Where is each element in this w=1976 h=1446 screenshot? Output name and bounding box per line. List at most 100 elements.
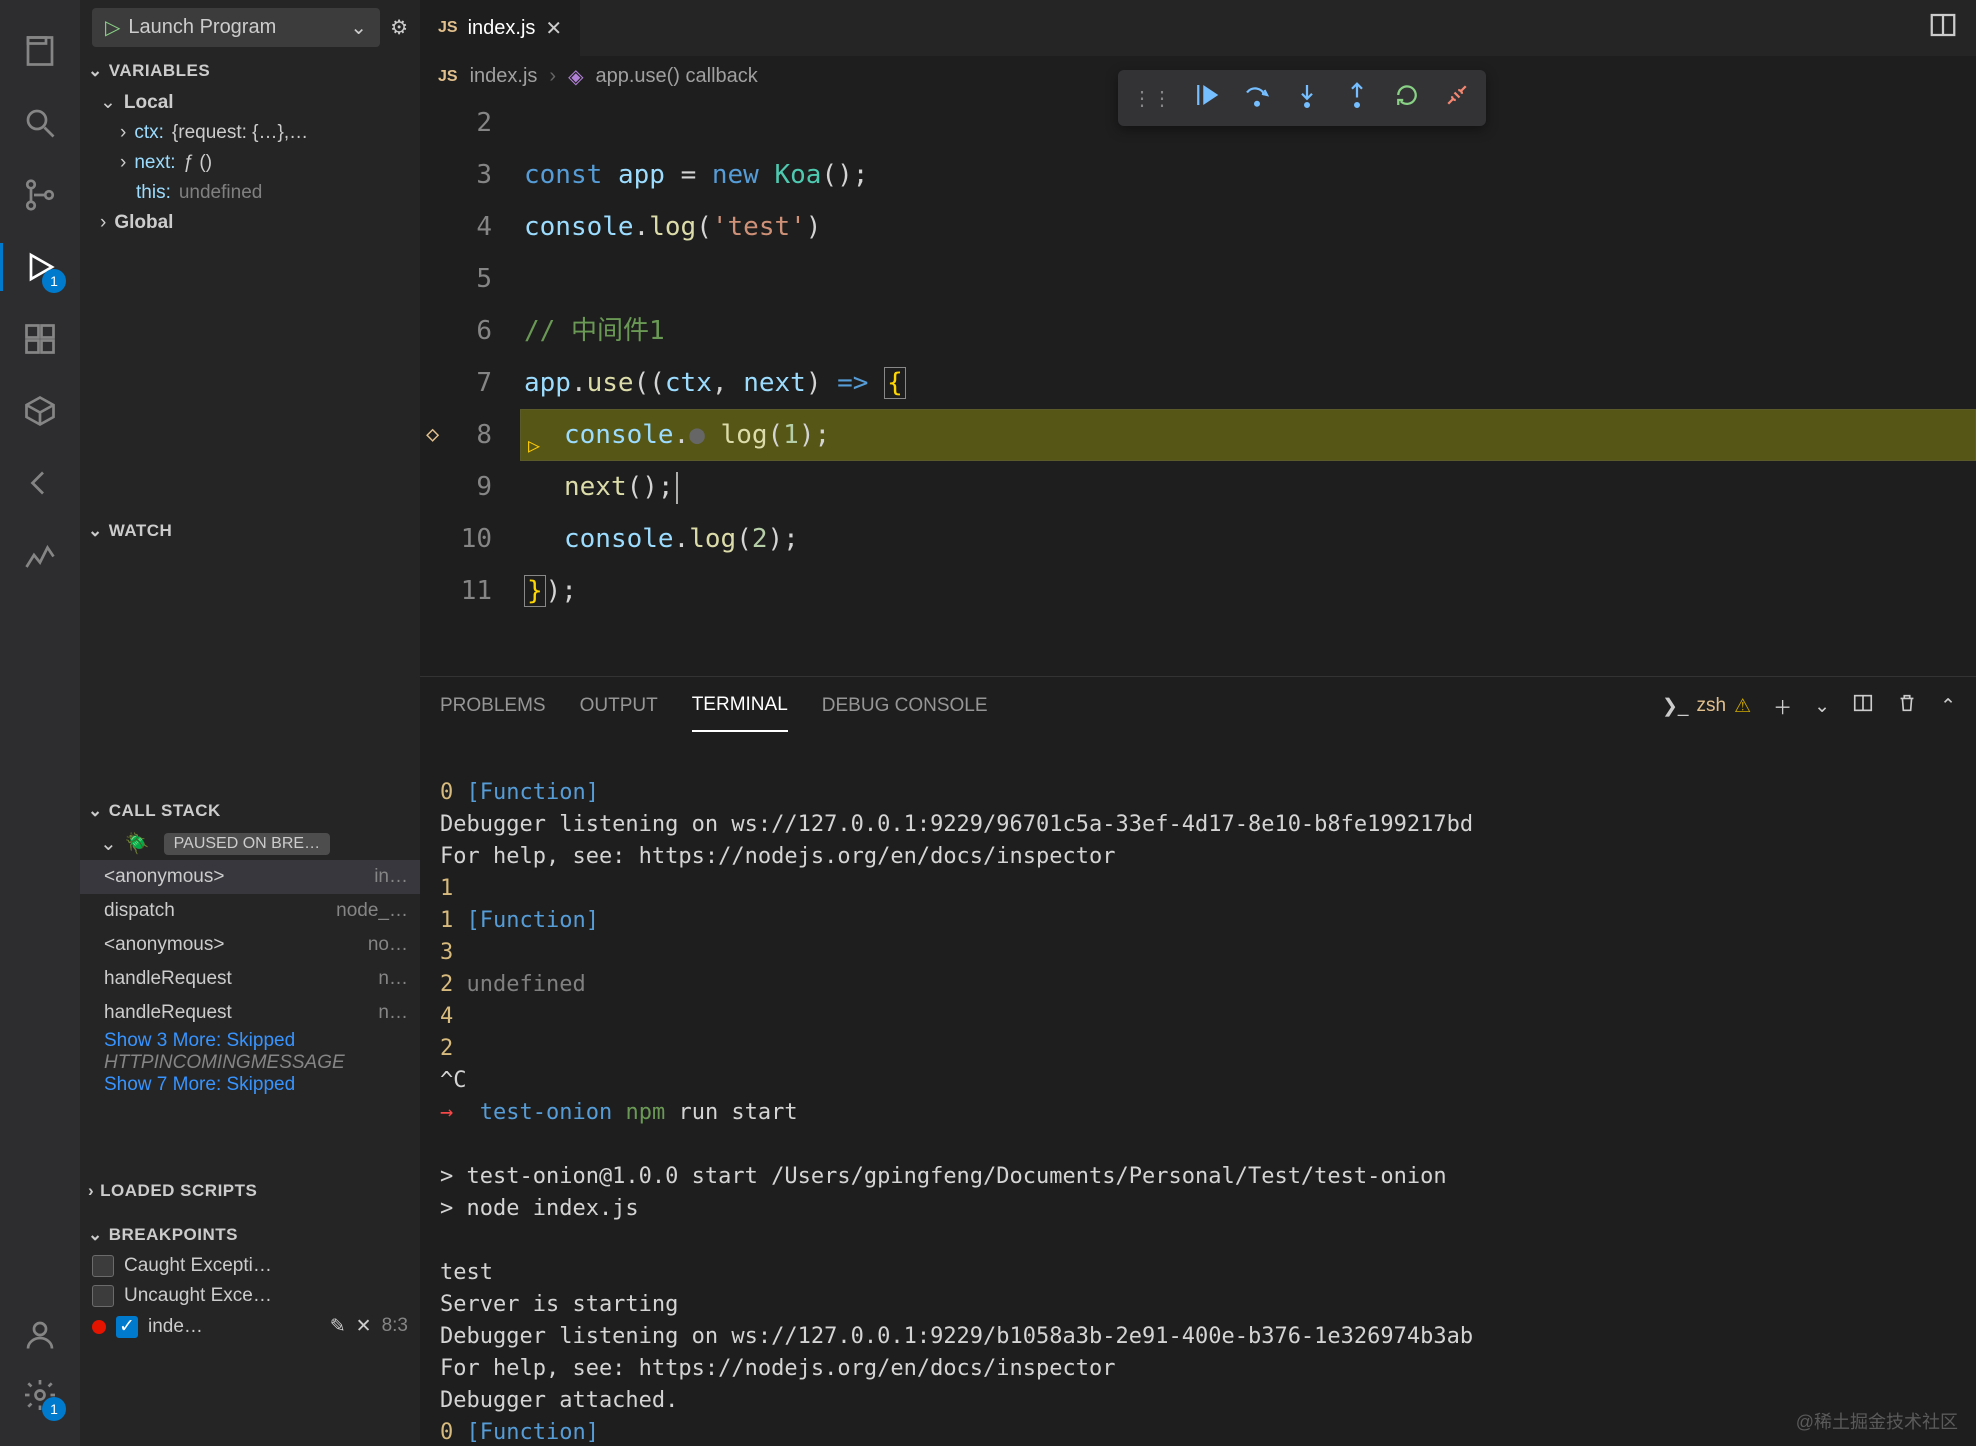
code-content[interactable]: ▷ const app = new Koa(); console.log('te… [520, 97, 1976, 676]
chevron-down-icon: ⌄ [88, 1225, 103, 1245]
new-terminal-icon[interactable]: ＋ [1773, 693, 1792, 720]
chevron-down-icon: ⌄ [88, 61, 103, 81]
package-icon[interactable] [16, 387, 64, 435]
chevron-right-icon: › [88, 1181, 94, 1201]
text-cursor [676, 472, 678, 504]
checkbox[interactable] [92, 1285, 114, 1307]
play-icon: ▷ [105, 15, 120, 40]
extensions-icon[interactable] [16, 315, 64, 363]
stack-frame[interactable]: handleRequestn… [80, 996, 420, 1030]
source-control-icon[interactable] [16, 171, 64, 219]
watch-header[interactable]: ⌄WATCH [80, 515, 420, 547]
continue-icon[interactable] [1192, 80, 1222, 116]
bp-position: 8:3 [382, 1315, 408, 1338]
chevron-down-icon: ⌄ [350, 15, 367, 40]
step-out-icon[interactable] [1342, 80, 1372, 116]
checkbox[interactable] [92, 1255, 114, 1277]
split-terminal-icon[interactable] [1852, 692, 1874, 720]
search-icon[interactable] [16, 99, 64, 147]
bottom-panel: PROBLEMS OUTPUT TERMINAL DEBUG CONSOLE ❯… [420, 676, 1976, 1446]
close-icon[interactable]: ✕ [356, 1315, 372, 1338]
gutter[interactable]: 2 3 4 5 6 7 ◇8 9 10 11 [420, 97, 520, 676]
var-this[interactable]: this: undefined [92, 178, 420, 208]
paused-badge: PAUSED ON BRE… [164, 833, 330, 855]
tab-label: index.js [468, 17, 536, 40]
edit-icon[interactable]: ✎ [330, 1315, 346, 1338]
bp-uncaught[interactable]: Uncaught Exce… [80, 1281, 420, 1311]
tab-output[interactable]: OUTPUT [580, 681, 658, 731]
bc-symbol[interactable]: app.use() callback [595, 65, 757, 88]
graph-icon[interactable] [16, 531, 64, 579]
breakpoint-dot-icon [92, 1320, 106, 1334]
stack-frame[interactable]: <anonymous>no… [80, 928, 420, 962]
panel-tabs: PROBLEMS OUTPUT TERMINAL DEBUG CONSOLE ❯… [420, 677, 1976, 735]
breakpoint-glyph-icon[interactable]: ◇ [426, 409, 439, 461]
debug-sidebar: ▷ Launch Program ⌄ ⚙ ⌄VARIABLES ⌄Local ›… [80, 0, 420, 1446]
editor-group: JS index.js ✕ JS index.js › ◈ app.use() … [420, 0, 1976, 1446]
run-debug-icon[interactable]: 1 [16, 243, 64, 291]
terminal-output[interactable]: 0 [Function] Debugger listening on ws://… [420, 735, 1976, 1446]
scope-global[interactable]: ›Global [92, 208, 420, 238]
chevron-down-icon: ⌄ [100, 91, 116, 114]
bp-caught[interactable]: Caught Excepti… [80, 1251, 420, 1281]
var-next[interactable]: ›next: ƒ () [92, 148, 420, 178]
chevron-down-icon[interactable]: ⌄ [1814, 695, 1830, 718]
chevron-right-icon: › [120, 152, 126, 174]
show-more-frames[interactable]: Show 3 More: Skipped [80, 1030, 420, 1052]
settings-icon[interactable]: 1 [16, 1371, 64, 1419]
grip-icon[interactable]: ⋮⋮ [1132, 86, 1172, 111]
breakpoints-header[interactable]: ⌄BREAKPOINTS [80, 1219, 420, 1251]
tab-debug-console[interactable]: DEBUG CONSOLE [822, 681, 988, 731]
bug-icon: 🪲 [125, 831, 150, 856]
paused-row[interactable]: ⌄ 🪲 PAUSED ON BRE… [80, 827, 420, 860]
settings-badge: 1 [42, 1397, 66, 1421]
chevron-down-icon: ⌄ [100, 831, 117, 856]
chevron-up-icon[interactable]: ⌃ [1940, 695, 1956, 718]
chevron-right-icon: › [549, 65, 556, 88]
tab-problems[interactable]: PROBLEMS [440, 681, 546, 731]
js-file-icon: JS [438, 19, 458, 37]
restart-icon[interactable] [1392, 80, 1422, 116]
gear-icon[interactable]: ⚙ [390, 15, 408, 40]
chevron-down-icon: ⌄ [88, 521, 103, 541]
account-icon[interactable] [16, 1311, 64, 1359]
var-ctx[interactable]: ›ctx: {request: {…},… [92, 118, 420, 148]
chevron-right-icon: › [100, 212, 106, 234]
loaded-scripts-header[interactable]: ›LOADED SCRIPTS [80, 1175, 420, 1207]
stack-frame[interactable]: handleRequestn… [80, 962, 420, 996]
explorer-icon[interactable] [16, 27, 64, 75]
activity-bar: 1 1 [0, 0, 80, 1446]
tab-index-js[interactable]: JS index.js ✕ [420, 0, 581, 56]
scope-local[interactable]: ⌄Local [92, 87, 420, 118]
code-editor[interactable]: 2 3 4 5 6 7 ◇8 9 10 11 ▷ const app = new… [420, 97, 1976, 676]
bp-file[interactable]: ✓ inde… ✎ ✕ 8:3 [80, 1311, 420, 1342]
variables-header[interactable]: ⌄VARIABLES [80, 55, 420, 87]
callstack-header[interactable]: ⌄CALL STACK [80, 795, 420, 827]
step-over-icon[interactable] [1242, 80, 1272, 116]
stack-frame[interactable]: dispatchnode_… [80, 894, 420, 928]
launch-label: Launch Program [128, 16, 276, 39]
split-editor-icon[interactable] [1928, 10, 1958, 46]
terminal-icon: ❯_ [1662, 695, 1689, 718]
checkbox[interactable]: ✓ [116, 1316, 138, 1338]
launch-config-dropdown[interactable]: ▷ Launch Program ⌄ [92, 8, 380, 47]
stack-source: HTTPINCOMINGMESSAGE [80, 1052, 420, 1074]
warning-icon: ⚠ [1734, 695, 1751, 718]
watermark: @稀土掘金技术社区 [1796, 1408, 1958, 1434]
js-file-icon: JS [438, 68, 458, 86]
tab-bar: JS index.js ✕ [420, 0, 1976, 56]
close-icon[interactable]: ✕ [545, 16, 562, 41]
terminal-shell[interactable]: ❯_zsh⚠ [1662, 695, 1751, 718]
bc-file[interactable]: index.js [470, 65, 538, 88]
show-more-frames[interactable]: Show 7 More: Skipped [80, 1074, 420, 1096]
trash-icon[interactable] [1896, 692, 1918, 720]
step-into-icon[interactable] [1292, 80, 1322, 116]
back-icon[interactable] [16, 459, 64, 507]
tab-terminal[interactable]: TERMINAL [692, 680, 788, 732]
debug-toolbar[interactable]: ⋮⋮ [1118, 70, 1486, 126]
chevron-right-icon: › [120, 122, 126, 144]
method-icon: ◈ [568, 64, 583, 89]
debug-badge: 1 [42, 269, 66, 293]
stack-frame[interactable]: <anonymous>in… [80, 860, 420, 894]
disconnect-icon[interactable] [1442, 80, 1472, 116]
